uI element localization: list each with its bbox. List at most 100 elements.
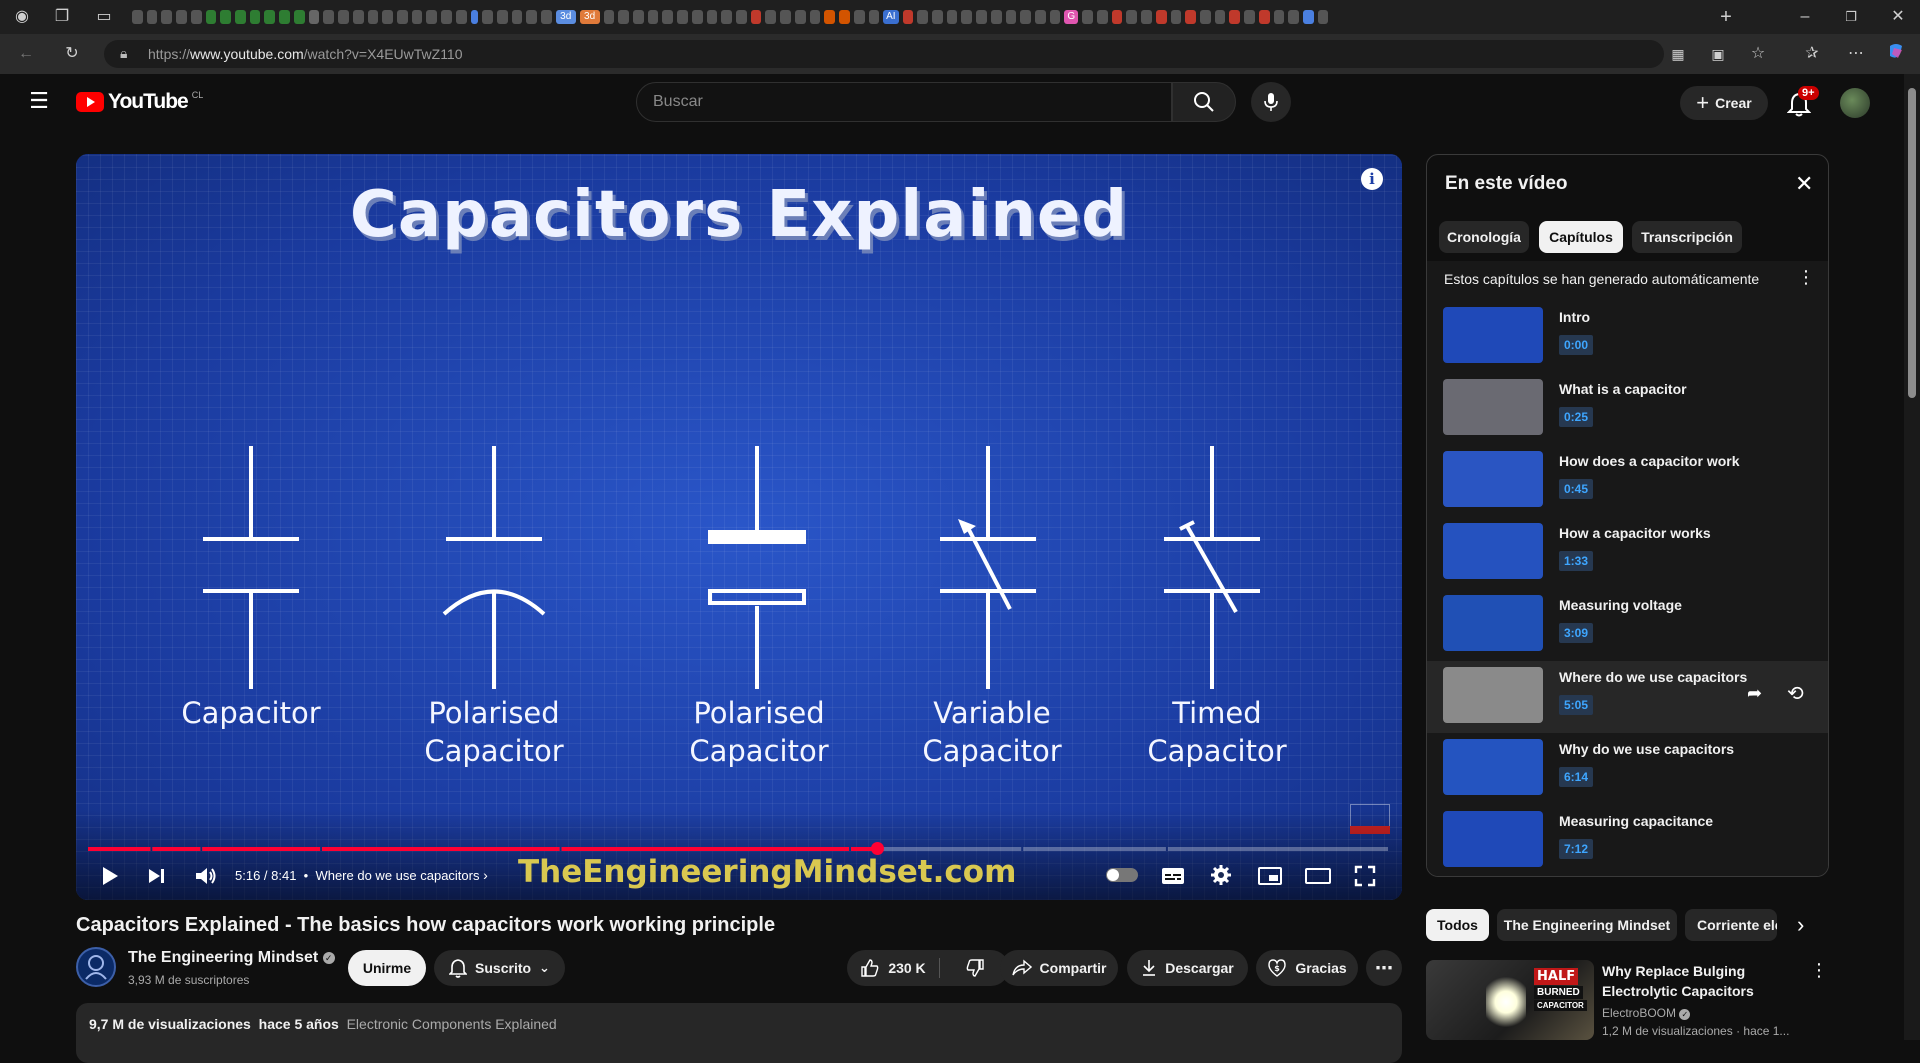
chapter-timestamp[interactable]: 0:45 [1559, 479, 1594, 499]
new-tab-icon[interactable]: + [1714, 5, 1738, 29]
tab-timeline[interactable]: Cronología [1439, 221, 1529, 253]
channel-name[interactable]: The Engineering Mindset ✓ [128, 949, 335, 967]
close-window-icon[interactable]: ✕ [1886, 5, 1910, 29]
settings-gear-icon[interactable] [1210, 864, 1232, 886]
chevron-right-icon[interactable]: › [1797, 912, 1804, 938]
theater-mode-icon[interactable] [1305, 867, 1331, 885]
like-button[interactable]: 230 K [847, 950, 939, 986]
avatar[interactable] [1840, 88, 1870, 118]
playlist-tag[interactable]: Electronic Components Explained [347, 1016, 557, 1032]
chapter-item[interactable]: How a capacitor works 1:33 [1427, 517, 1828, 589]
progress-segment[interactable] [1023, 847, 1166, 851]
dislike-button[interactable] [940, 950, 1009, 986]
progress-bar[interactable] [88, 847, 1388, 851]
progress-played [152, 847, 201, 851]
page-scrollbar[interactable] [1904, 74, 1920, 1040]
create-button[interactable]: + Crear [1680, 86, 1768, 120]
back-icon[interactable]: ← [14, 42, 38, 66]
chapter-timestamp[interactable]: 1:33 [1559, 551, 1594, 571]
more-menu-icon[interactable]: ⋯ [1844, 42, 1868, 66]
search-input[interactable]: Buscar [636, 82, 1172, 122]
more-vert-icon[interactable]: ⋮ [1797, 267, 1815, 288]
tab-badge[interactable]: 3d [555, 10, 576, 24]
miniplayer-icon[interactable] [1258, 866, 1282, 886]
chapter-item[interactable]: How does a capacitor work 0:45 [1427, 445, 1828, 517]
menu-icon[interactable]: ☰ [27, 89, 51, 113]
rec-channel[interactable]: ElectroBOOM ✓ [1602, 1006, 1691, 1020]
rec-title-line: Electrolytic Capacitors [1602, 983, 1754, 999]
chapter-item[interactable]: Intro 0:00 [1427, 301, 1828, 373]
fullscreen-icon[interactable] [1354, 865, 1376, 887]
progress-scrubber[interactable] [871, 842, 885, 855]
scrollbar-thumb[interactable] [1908, 88, 1916, 398]
chapter-timestamp[interactable]: 6:14 [1559, 767, 1594, 787]
current-chapter[interactable]: Where do we use capacitors [315, 868, 479, 883]
chapters-panel: En este vídeo ✕ Cronología Capítulos Tra… [1426, 154, 1829, 877]
search-placeholder: Buscar [653, 93, 703, 110]
autoplay-toggle[interactable] [1106, 868, 1138, 882]
progress-segment[interactable] [1167, 847, 1388, 851]
notifications-button[interactable]: 9+ [1784, 86, 1819, 118]
chapter-timestamp[interactable]: 3:09 [1559, 623, 1594, 643]
symbol-label-line: Variable [933, 696, 1051, 730]
chapter-timestamp[interactable]: 5:05 [1559, 695, 1594, 715]
download-icon [1143, 960, 1156, 976]
apps-icon[interactable]: ▦ [1666, 42, 1690, 66]
profile-icon[interactable]: ◉ [10, 5, 34, 29]
youtube-logo[interactable]: YouTube CL [76, 90, 203, 114]
favorite-star-icon[interactable]: ☆ [1746, 42, 1770, 66]
tab-badge[interactable]: 3d [579, 10, 600, 24]
tab-badge[interactable]: AI [883, 10, 899, 24]
share-button[interactable]: Compartir [1000, 950, 1118, 986]
chapter-timestamp[interactable]: 0:25 [1559, 407, 1594, 427]
tab-chapters[interactable]: Capítulos [1539, 221, 1623, 253]
reader-icon[interactable]: ▣ [1706, 42, 1730, 66]
download-button[interactable]: Descargar [1127, 950, 1248, 986]
pinned-tabs[interactable]: 3d 3d AI G [130, 10, 1330, 24]
channel-avatar[interactable] [76, 947, 116, 987]
tab-badge[interactable]: G [1064, 10, 1079, 24]
share-icon[interactable]: ➦ [1747, 683, 1762, 704]
loop-icon[interactable]: ⟲ [1787, 681, 1804, 706]
chevron-right-icon[interactable]: › [483, 867, 488, 883]
next-icon[interactable] [147, 867, 167, 885]
chapter-item[interactable]: Where do we use capacitors 5:05 ➦ ⟲ [1427, 661, 1828, 733]
subtitles-icon[interactable] [1161, 866, 1185, 886]
restore-icon[interactable]: ❐ [1839, 5, 1863, 29]
tab-actions-icon[interactable]: ▭ [92, 5, 116, 29]
progress-played [88, 847, 151, 851]
chip-all[interactable]: Todos [1426, 909, 1489, 941]
minimize-icon[interactable]: – [1793, 5, 1817, 29]
volume-icon[interactable] [194, 866, 218, 886]
chapter-item[interactable]: Measuring voltage 3:09 [1427, 589, 1828, 661]
chip-channel[interactable]: The Engineering Mindset [1497, 909, 1677, 941]
close-icon[interactable]: ✕ [1795, 171, 1813, 197]
play-icon[interactable] [100, 865, 120, 887]
chip-topic[interactable]: Corriente elé [1685, 909, 1777, 941]
rec-thumbnail[interactable]: HALF BURNED CAPACITOR [1426, 960, 1594, 1040]
chapter-thumbnail [1443, 307, 1543, 363]
url-field[interactable]: 🔒︎ https://www.youtube.com/watch?v=X4EUw… [104, 40, 1664, 68]
join-button[interactable]: Unirme [348, 950, 426, 986]
description-box[interactable]: 9,7 M de visualizaciones hace 5 años Ele… [76, 1003, 1402, 1063]
thanks-button[interactable]: $ Gracias [1256, 950, 1358, 986]
chapter-item[interactable]: Measuring capacitance 7:12 [1427, 805, 1828, 876]
subscribed-button[interactable]: Suscrito ⌄ [434, 950, 565, 986]
video-player[interactable]: Capacitors Explained i Capacitor Polaris… [76, 154, 1402, 900]
search-button[interactable] [1172, 82, 1236, 122]
more-vert-icon[interactable]: ⋮ [1810, 960, 1828, 981]
lock-icon[interactable]: 🔒︎ [120, 45, 127, 62]
chapter-item[interactable]: What is a capacitor 0:25 [1427, 373, 1828, 445]
workspaces-icon[interactable]: ❐ [50, 5, 74, 29]
voice-search-button[interactable] [1251, 82, 1291, 122]
chevron-down-icon: ⌄ [539, 960, 550, 975]
chapter-item[interactable]: Why do we use capacitors 6:14 [1427, 733, 1828, 805]
reload-icon[interactable]: ↻ [60, 42, 84, 66]
rec-title[interactable]: Why Replace Bulging Electrolytic Capacito… [1602, 961, 1754, 1001]
chapter-timestamp[interactable]: 7:12 [1559, 839, 1594, 859]
tab-transcript[interactable]: Transcripción [1632, 221, 1742, 253]
favorites-icon[interactable]: ✰ [1800, 42, 1824, 66]
chapter-timestamp[interactable]: 0:00 [1559, 335, 1594, 355]
copilot-icon[interactable] [1884, 42, 1908, 66]
more-actions-button[interactable]: ⋯ [1366, 950, 1402, 986]
